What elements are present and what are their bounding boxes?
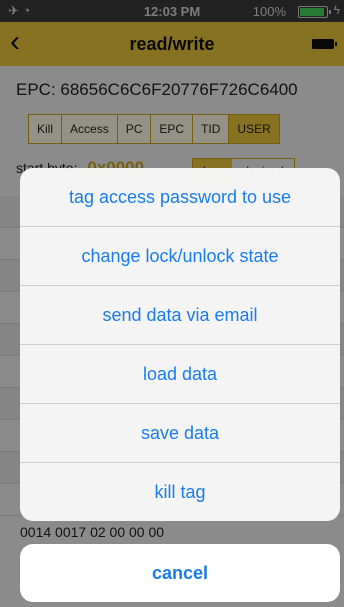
action-kill-tag[interactable]: kill tag [20,463,340,521]
cancel-button[interactable]: cancel [20,544,340,602]
action-load-data[interactable]: load data [20,345,340,404]
action-sheet: tag access password to use change lock/u… [20,168,340,521]
action-change-lock-state[interactable]: change lock/unlock state [20,227,340,286]
action-save-data[interactable]: save data [20,404,340,463]
action-send-email[interactable]: send data via email [20,286,340,345]
action-tag-access-password[interactable]: tag access password to use [20,168,340,227]
